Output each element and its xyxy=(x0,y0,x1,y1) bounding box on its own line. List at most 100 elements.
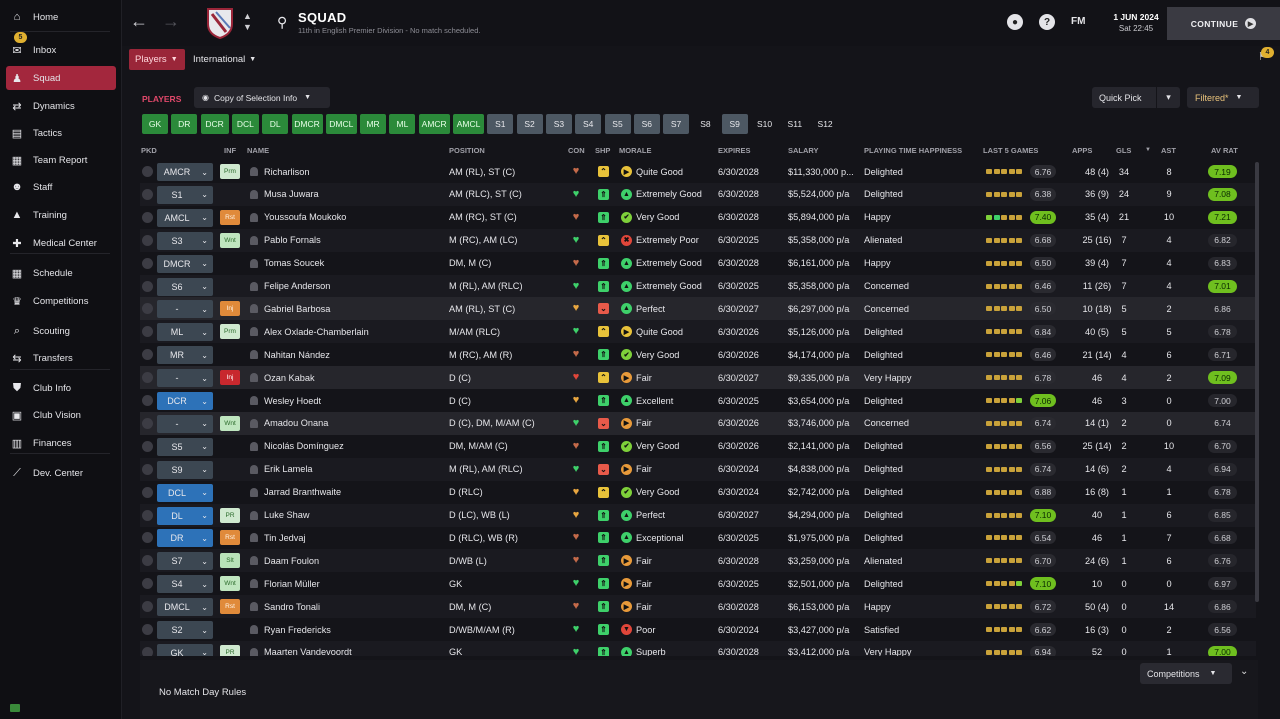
pick-toggle[interactable] xyxy=(142,211,153,223)
sidebar-item-training[interactable]: ▲ Training xyxy=(6,203,116,227)
selection-dropdown[interactable]: GK ⌄ xyxy=(157,643,213,656)
position-button-dr[interactable]: DR xyxy=(171,114,198,134)
sidebar-item-club-vision[interactable]: ▣ Club Vision xyxy=(6,403,116,427)
selection-dropdown[interactable]: ML ⌄ xyxy=(157,323,213,342)
club-switch-icon[interactable]: ▲ ▼ xyxy=(243,11,252,33)
column-header-gls[interactable]: GLS xyxy=(1116,146,1131,155)
chevron-down-icon[interactable]: ▾ xyxy=(1156,87,1180,108)
column-header-shp[interactable]: SHP xyxy=(595,146,610,155)
table-row[interactable]: S7 ⌄ Slt Daam Foulon D/WB (L) Fair 6/30/2028 $3… xyxy=(140,549,1256,573)
sidebar-item-scouting[interactable]: ⌕ Scouting xyxy=(6,319,116,343)
position-button-s6[interactable]: S6 xyxy=(633,114,660,134)
quick-pick-button[interactable]: Quick Pick ▾ xyxy=(1092,87,1180,108)
sidebar-item-team-report[interactable]: ▦ Team Report xyxy=(6,148,116,172)
player-name[interactable]: Jarrad Branthwaite xyxy=(264,481,341,504)
position-button-dcl[interactable]: DCL xyxy=(231,114,259,134)
tab-players[interactable]: Players ▼ xyxy=(129,49,185,70)
player-name[interactable]: Erik Lamela xyxy=(264,458,313,481)
position-button-s1[interactable]: S1 xyxy=(487,114,514,134)
pick-toggle[interactable] xyxy=(142,188,153,200)
player-name[interactable]: Pablo Fornals xyxy=(264,229,321,252)
column-header-pkd[interactable]: PKD xyxy=(141,146,157,155)
sidebar-item-squad[interactable]: ♟ Squad xyxy=(6,66,116,90)
forward-arrow-icon[interactable]: → xyxy=(162,11,180,32)
position-button-dmcl[interactable]: DMCL xyxy=(325,114,357,134)
table-row[interactable]: S6 ⌄ Felipe Anderson M (RL), AM (RLC) Extrem… xyxy=(140,274,1256,298)
filter-dropdown[interactable]: Filtered* ▼ xyxy=(1187,87,1259,108)
position-button-dl[interactable]: DL xyxy=(262,114,289,134)
back-arrow-icon[interactable]: ← xyxy=(130,11,148,32)
sidebar-item-finances[interactable]: ▥ Finances xyxy=(6,431,116,455)
pick-toggle[interactable] xyxy=(142,166,153,177)
selection-dropdown[interactable]: AMCL ⌄ xyxy=(157,208,213,227)
column-header-expires[interactable]: EXPIRES xyxy=(718,146,751,155)
player-name[interactable]: Maarten Vandevoordt xyxy=(264,641,352,656)
info-badge[interactable]: Inj xyxy=(220,370,240,386)
column-header-last-5-games[interactable]: LAST 5 GAMES xyxy=(983,146,1038,155)
selection-dropdown[interactable]: DMCR ⌄ xyxy=(157,254,213,273)
info-badge[interactable]: PR xyxy=(220,507,240,523)
position-button-mr[interactable]: MR xyxy=(360,114,387,134)
table-row[interactable]: DCL ⌄ Jarrad Branthwaite D (RLC) Very Good 6/… xyxy=(140,481,1256,504)
table-row[interactable]: ML ⌄ Prm Alex Oxlade-Chamberlain M/AM (RLC) Q… xyxy=(140,320,1256,344)
table-row[interactable]: S9 ⌄ Erik Lamela M (RL), AM (RLC) Fair 6/30/2… xyxy=(140,457,1256,481)
info-badge[interactable]: Wnt xyxy=(220,232,240,248)
player-name[interactable]: Florian Müller xyxy=(264,572,320,595)
competitions-dropdown[interactable]: Competitions ▼ xyxy=(1140,663,1232,684)
position-button-s9[interactable]: S9 xyxy=(721,114,748,134)
copy-selection-dropdown[interactable]: ◉ Copy of Selection Info ▼ xyxy=(194,87,330,108)
tab-international[interactable]: International ▼ xyxy=(193,49,256,70)
pick-toggle[interactable] xyxy=(142,326,153,338)
column-header-ast[interactable]: AST xyxy=(1161,146,1176,155)
info-badge[interactable]: PR xyxy=(220,644,240,656)
player-name[interactable]: Ryan Fredericks xyxy=(264,618,331,641)
position-button-s7[interactable]: S7 xyxy=(663,114,690,134)
position-button-amcl[interactable]: AMCL xyxy=(453,114,484,134)
info-badge[interactable]: Prm xyxy=(220,324,240,340)
pick-toggle[interactable] xyxy=(142,349,153,361)
player-name[interactable]: Nahitan Nández xyxy=(264,343,330,366)
pick-toggle[interactable] xyxy=(142,555,153,567)
pick-toggle[interactable] xyxy=(142,624,153,635)
pick-toggle[interactable] xyxy=(142,280,153,292)
column-header-av-rat[interactable]: AV RAT xyxy=(1211,146,1238,155)
position-button-dmcr[interactable]: DMCR xyxy=(291,114,323,134)
player-name[interactable]: Felipe Anderson xyxy=(264,275,330,298)
position-button-ml[interactable]: ML xyxy=(389,114,416,134)
pick-toggle[interactable] xyxy=(142,234,153,246)
pick-toggle[interactable] xyxy=(142,257,153,269)
sidebar-item-staff[interactable]: ☻ Staff xyxy=(6,175,116,199)
info-badge[interactable]: Rst xyxy=(220,209,240,225)
position-button-gk[interactable]: GK xyxy=(142,114,168,134)
info-badge[interactable]: Rst xyxy=(220,599,240,615)
table-row[interactable]: S3 ⌄ Wnt Pablo Fornals M (RC), AM (LC) Extrem… xyxy=(140,228,1256,252)
selection-dropdown[interactable]: S9 ⌄ xyxy=(157,460,213,479)
player-name[interactable]: Amadou Onana xyxy=(264,412,328,435)
column-header-inf[interactable]: INF xyxy=(224,146,236,155)
selection-dropdown[interactable]: S3 ⌄ xyxy=(157,231,213,250)
sidebar-item-transfers[interactable]: ⇆ Transfers xyxy=(6,346,116,370)
column-header-salary[interactable]: SALARY xyxy=(788,146,819,155)
position-button-s8[interactable]: S8 xyxy=(692,114,718,134)
help-icon[interactable]: ? xyxy=(1039,14,1055,30)
selection-dropdown[interactable]: DCR ⌄ xyxy=(157,392,213,410)
continue-button[interactable]: CONTINUE ▶ xyxy=(1167,7,1280,40)
player-name[interactable]: Gabriel Barbosa xyxy=(264,297,330,320)
position-button-s5[interactable]: S5 xyxy=(604,114,631,134)
selection-dropdown[interactable]: AMCR ⌄ xyxy=(157,163,213,181)
info-badge[interactable]: Prm xyxy=(220,164,240,179)
table-row[interactable]: MR ⌄ Nahitan Nández M (RC), AM (R) Very Good… xyxy=(140,343,1256,366)
pick-toggle[interactable] xyxy=(142,601,153,613)
position-button-s3[interactable]: S3 xyxy=(545,114,572,134)
selection-dropdown[interactable]: MR ⌄ xyxy=(157,346,213,365)
collapse-icon[interactable]: ⌄ xyxy=(1240,666,1248,677)
pick-toggle[interactable] xyxy=(142,372,153,384)
table-row[interactable]: S5 ⌄ Nicolás Domínguez DM, M/AM (C) Very Goo… xyxy=(140,435,1256,458)
sidebar-item-medical-center[interactable]: ✚ Medical Center xyxy=(6,231,116,255)
sidebar-item-competitions[interactable]: ♛ Competitions xyxy=(6,289,116,313)
pick-toggle[interactable] xyxy=(142,509,153,521)
column-header-con[interactable]: CON xyxy=(568,146,585,155)
sidebar-item-inbox[interactable]: ✉ 5 Inbox xyxy=(6,32,116,62)
player-name[interactable]: Nicolás Domínguez xyxy=(264,435,344,458)
selection-dropdown[interactable]: S2 ⌄ xyxy=(157,621,213,639)
